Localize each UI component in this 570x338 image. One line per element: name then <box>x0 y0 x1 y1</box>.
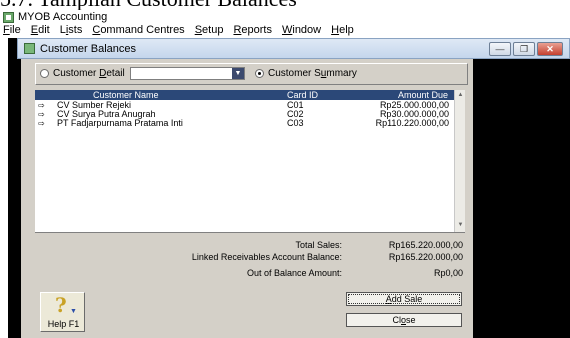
customer-summary-radio[interactable] <box>255 69 264 78</box>
restore-button[interactable]: ❐ <box>513 42 535 56</box>
column-customer-name[interactable]: Customer Name <box>93 90 159 100</box>
close-button[interactable]: Close <box>346 313 462 327</box>
document-caption: 5.7. Tampilan Customer Balances <box>0 0 570 10</box>
linked-receivables-label: Linked Receivables Account Balance: <box>191 252 342 262</box>
combo-dropdown-icon[interactable]: ▼ <box>232 68 244 79</box>
table-row[interactable]: ⇨ PT Fadjarpurnama Pratama Inti C03 Rp11… <box>35 118 454 129</box>
customer-detail-radio[interactable] <box>40 69 49 78</box>
zoom-arrow-icon[interactable]: ⇨ <box>38 101 45 110</box>
minimize-button[interactable]: — <box>489 42 511 56</box>
total-sales-value: Rp165.220.000,00 <box>388 240 463 250</box>
menu-reports[interactable]: Reports <box>233 24 272 38</box>
zoom-arrow-icon[interactable]: ⇨ <box>38 110 45 119</box>
menu-edit[interactable]: Edit <box>31 24 50 38</box>
scroll-down-icon[interactable]: ▼ <box>456 221 465 230</box>
customer-summary-label[interactable]: Customer Summary <box>268 68 357 79</box>
help-label: Help F1 <box>47 319 80 329</box>
linked-receivables-value: Rp165.220.000,00 <box>388 252 463 262</box>
column-amount-due[interactable]: Amount Due <box>398 90 448 100</box>
myob-app-icon <box>3 11 14 23</box>
help-question-icon: ? <box>55 293 67 317</box>
menu-file[interactable]: File <box>3 24 21 38</box>
help-button[interactable]: ? ▼ Help F1 <box>40 292 85 332</box>
window-icon <box>24 43 35 54</box>
view-filter-bar: Customer Detail ▼ Customer Summary <box>35 63 468 85</box>
customer-name-cell: PT Fadjarpurnama Pratama Inti <box>57 118 183 128</box>
scroll-up-icon[interactable]: ▲ <box>456 91 465 100</box>
menu-window[interactable]: Window <box>282 24 321 38</box>
close-window-button[interactable]: ✕ <box>537 42 563 56</box>
menu-lists[interactable]: Lists <box>60 24 83 38</box>
out-of-balance-value: Rp0,00 <box>433 268 463 278</box>
totals-section: Total Sales: Rp165.220.000,00 Linked Rec… <box>35 232 465 282</box>
side-blank-area <box>473 59 570 338</box>
customer-balances-table: ⇨ CV Sumber Rejeki C01 Rp25.000.000,00 ⇨… <box>35 100 454 232</box>
window-title-bar[interactable]: Customer Balances — ❐ ✕ <box>17 38 570 59</box>
add-sale-button[interactable]: Add Sale <box>346 292 462 306</box>
customer-select-combo[interactable]: ▼ <box>130 67 245 80</box>
help-dropdown-icon: ▼ <box>70 308 77 315</box>
table-header: Customer Name Card ID Amount Due <box>35 90 454 100</box>
menu-bar: File Edit Lists Command Centres Setup Re… <box>3 24 354 38</box>
customer-detail-label[interactable]: Customer Detail <box>53 68 125 79</box>
amount-due-cell: Rp110.220.000,00 <box>375 118 449 128</box>
out-of-balance-label: Out of Balance Amount: <box>246 268 342 278</box>
zoom-arrow-icon[interactable]: ⇨ <box>38 119 45 128</box>
total-sales-label: Total Sales: <box>295 240 342 250</box>
window-title: Customer Balances <box>40 42 136 55</box>
menu-command-centres[interactable]: Command Centres <box>92 24 184 38</box>
card-id-cell: C03 <box>287 118 304 128</box>
menu-help[interactable]: Help <box>331 24 354 38</box>
window-controls: — ❐ ✕ <box>489 42 563 56</box>
table-vertical-scrollbar[interactable]: ▲ ▼ <box>454 90 465 232</box>
column-card-id[interactable]: Card ID <box>287 90 318 100</box>
app-title-bar: MYOB Accounting <box>3 10 107 24</box>
menu-setup[interactable]: Setup <box>195 24 224 38</box>
app-title: MYOB Accounting <box>18 11 108 23</box>
